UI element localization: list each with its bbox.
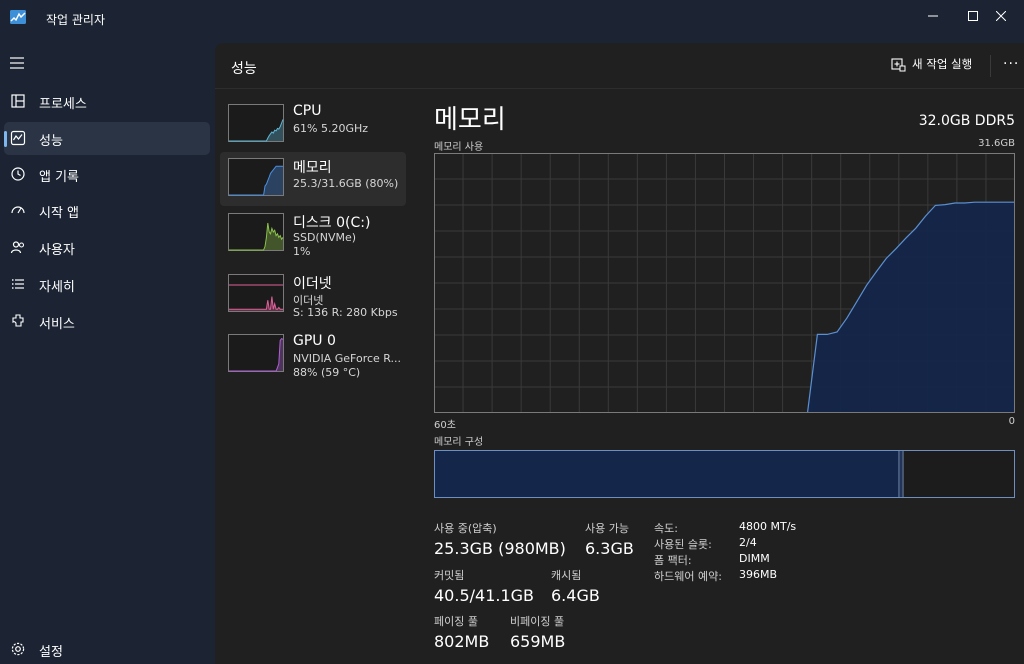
form-factor-key: 폼 팩터: [654, 554, 692, 567]
device-item-disk[interactable]: 디스크 0(C:) SSD(NVMe) 1% [220, 207, 406, 261]
task-manager-app-icon [10, 10, 26, 24]
maximize-icon [968, 11, 978, 21]
non-paged-pool-value: 659MB [510, 632, 566, 651]
sidebar-item-label: 앱 기록 [39, 170, 80, 185]
new-task-icon [891, 57, 906, 71]
title-bar: 작업 관리자 [0, 0, 1024, 40]
device-name: 디스크 0(C:) [293, 215, 371, 231]
sidebar-item-users[interactable]: 사용자 [4, 231, 210, 264]
sidebar-item-label: 프로세스 [39, 97, 87, 112]
close-icon [996, 11, 1006, 21]
close-button[interactable] [978, 0, 1024, 32]
run-new-task-label: 새 작업 실행 [912, 57, 973, 71]
processes-icon [11, 94, 25, 108]
performance-icon [10, 130, 26, 146]
sidebar-item-label: 서비스 [39, 317, 75, 332]
sidebar-item-details[interactable]: 자세히 [4, 268, 210, 301]
device-detail: 61% 5.20GHz [293, 122, 369, 135]
hamburger-menu-icon[interactable] [8, 54, 26, 72]
paged-pool-value: 802MB [434, 632, 490, 651]
mini-graph-border [228, 334, 284, 372]
app-history-icon [11, 167, 25, 181]
memory-composition-bar [434, 450, 1015, 498]
memory-composition-label: 메모리 구성 [434, 437, 484, 448]
sidebar-item-label: 시작 앱 [39, 206, 80, 221]
hardware-reserved-value: 396MB [739, 568, 778, 581]
device-detail: S: 136 R: 280 Kbps [293, 306, 398, 319]
cpu-mini-graph [228, 104, 284, 142]
cached-value: 6.4GB [551, 586, 600, 605]
header-divider [990, 55, 991, 77]
device-name: CPU [293, 103, 322, 119]
non-paged-pool-label: 비페이징 풀 [510, 615, 565, 628]
sidebar-item-startup-apps[interactable]: 시작 앱 [4, 194, 210, 227]
device-detail: 25.3/31.6GB (80%) [293, 177, 399, 190]
speed-key: 속도: [654, 522, 678, 535]
device-detail: 88% (59 °C) [293, 366, 361, 379]
device-detail: 1% [293, 245, 311, 258]
memory-total-capacity: 32.0GB DDR5 [918, 113, 1015, 129]
committed-label: 커밋됨 [434, 569, 465, 582]
device-item-gpu[interactable]: GPU 0 NVIDIA GeForce R... 88% (59 °C) [220, 328, 406, 382]
sidebar-item-settings[interactable]: 설정 [4, 633, 210, 664]
sidebar-item-label: 사용자 [39, 243, 75, 258]
disk-mini-graph [228, 213, 284, 251]
composition-modified-segment [900, 451, 902, 497]
sidebar-item-services[interactable]: 서비스 [4, 305, 210, 338]
device-name: GPU 0 [293, 333, 336, 349]
cached-label: 캐시됨 [551, 569, 582, 582]
device-detail: SSD(NVMe) [293, 231, 357, 244]
device-item-cpu[interactable]: CPU 61% 5.20GHz [220, 98, 406, 152]
device-item-memory[interactable]: 메모리 25.3/31.6GB (80%) [220, 152, 406, 206]
window-title: 작업 관리자 [46, 13, 106, 27]
minimize-icon [928, 15, 938, 17]
startup-apps-icon [11, 206, 25, 214]
sidebar-item-processes[interactable]: 프로세스 [4, 85, 210, 118]
settings-gear-icon [11, 642, 25, 656]
ethernet-mini-graph [228, 274, 284, 312]
main-header: 성능 새 작업 실행 ··· [215, 43, 1024, 89]
sidebar-item-label: 자세히 [39, 280, 75, 295]
run-new-task-button[interactable]: 새 작업 실행 [891, 56, 972, 72]
hardware-reserved-key: 하드웨어 예약: [654, 570, 722, 583]
graph-time-end-label: 0 [1008, 416, 1015, 427]
form-factor-value: DIMM [739, 552, 770, 565]
graph-time-start-label: 60초 [434, 420, 456, 431]
main-panel: 성능 새 작업 실행 ··· CPU 61% 5.20GHz 메모리 25.3/… [215, 43, 1024, 664]
page-title: 성능 [231, 61, 257, 77]
device-detail: NVIDIA GeForce R... [293, 352, 402, 365]
users-icon [10, 241, 25, 254]
memory-title: 메모리 [434, 105, 506, 135]
device-name: 메모리 [293, 160, 332, 176]
device-item-ethernet[interactable]: 이더넷 이더넷 S: 136 R: 280 Kbps [220, 268, 406, 322]
slots-used-value: 2/4 [739, 536, 757, 549]
sidebar-item-app-history[interactable]: 앱 기록 [4, 158, 210, 191]
available-value: 6.3GB [585, 539, 634, 558]
sidebar-item-label: 설정 [39, 645, 63, 660]
sidebar-item-performance[interactable]: 성능 [4, 122, 210, 155]
composition-in-use-segment [435, 451, 899, 497]
memory-usage-graph [434, 153, 1015, 413]
in-use-label: 사용 중(압축) [434, 522, 497, 535]
memory-usage-label: 메모리 사용 [434, 142, 484, 153]
services-icon [12, 314, 24, 327]
more-options-button[interactable]: ··· [1003, 56, 1019, 72]
active-indicator [4, 131, 7, 147]
paged-pool-label: 페이징 풀 [434, 615, 478, 628]
in-use-value: 25.3GB (980MB) [434, 539, 566, 558]
slots-used-key: 사용된 슬롯: [654, 538, 712, 551]
memory-mini-graph [228, 158, 284, 196]
device-name: 이더넷 [293, 276, 332, 292]
memory-max-label: 31.6GB [978, 138, 1015, 149]
details-icon [12, 279, 24, 289]
committed-value: 40.5/41.1GB [434, 586, 535, 605]
available-label: 사용 가능 [585, 522, 629, 535]
speed-value: 4800 MT/s [739, 520, 797, 533]
gpu-mini-graph [228, 334, 284, 372]
sidebar-item-label: 성능 [39, 134, 63, 149]
